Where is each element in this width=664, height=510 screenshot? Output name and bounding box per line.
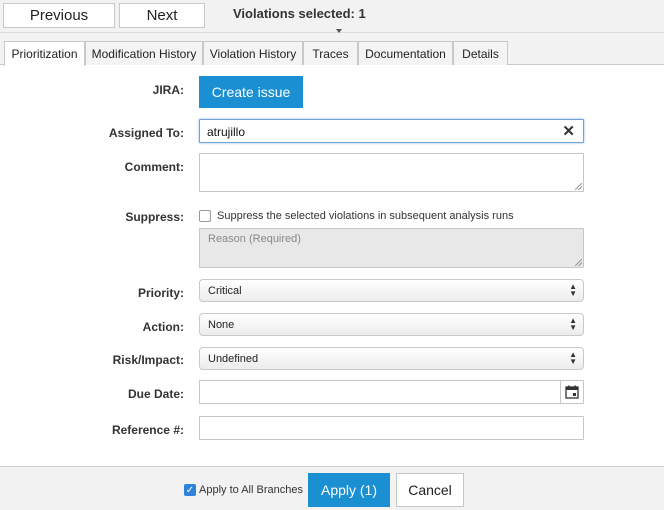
updown-arrows-icon: ▲ ▼ xyxy=(569,282,577,298)
risk-impact-label: Risk/Impact: xyxy=(112,353,184,367)
assigned-to-label: Assigned To: xyxy=(108,126,184,140)
assigned-to-value: atrujillo xyxy=(207,125,246,139)
tab-traces[interactable]: Traces xyxy=(303,41,358,65)
apply-all-branches-option: ✓ Apply to All Branches xyxy=(184,484,303,496)
tab-details[interactable]: Details xyxy=(453,41,508,65)
prioritization-form: JIRA: Create issue Assigned To: atrujill… xyxy=(0,65,664,466)
assigned-to-input[interactable]: atrujillo ✕ xyxy=(199,119,584,143)
comment-textarea[interactable] xyxy=(199,153,584,192)
toolbar-divider xyxy=(0,32,664,33)
apply-all-branches-label: Apply to All Branches xyxy=(199,484,303,496)
updown-arrows-icon: ▲ ▼ xyxy=(569,316,577,332)
previous-button[interactable]: Previous xyxy=(3,3,115,28)
risk-impact-select[interactable]: Undefined ▲ ▼ xyxy=(199,347,584,370)
tab-violation-history[interactable]: Violation History xyxy=(203,41,303,65)
tab-modification-history[interactable]: Modification History xyxy=(85,41,203,65)
suppress-reason-textarea[interactable]: Reason (Required) xyxy=(199,228,584,268)
updown-arrows-icon: ▲ ▼ xyxy=(569,350,577,366)
tab-prioritization[interactable]: Prioritization xyxy=(4,41,85,66)
resize-grip-icon[interactable] xyxy=(575,259,582,266)
apply-all-branches-checkbox[interactable]: ✓ xyxy=(184,484,196,496)
splitter-arrow-icon[interactable] xyxy=(336,29,342,33)
cancel-button[interactable]: Cancel xyxy=(396,473,464,507)
tab-bar: Prioritization Modification History Viol… xyxy=(0,36,664,66)
reference-label: Reference #: xyxy=(111,423,184,437)
action-label: Action: xyxy=(142,320,184,334)
suppress-checkbox[interactable] xyxy=(199,210,211,222)
next-button[interactable]: Next xyxy=(119,3,205,28)
reason-placeholder: Reason (Required) xyxy=(208,233,301,245)
violations-selected-count: Violations selected: 1 xyxy=(233,6,366,21)
action-value: None xyxy=(208,319,235,331)
action-select[interactable]: None ▲ ▼ xyxy=(199,313,584,336)
close-icon[interactable]: ✕ xyxy=(562,122,575,140)
apply-button[interactable]: Apply (1) xyxy=(308,473,390,507)
suppress-option: Suppress the selected violations in subs… xyxy=(199,210,514,222)
top-toolbar: Previous Next Violations selected: 1 xyxy=(0,0,664,36)
jira-label: JIRA: xyxy=(152,83,184,97)
priority-value: Critical xyxy=(208,285,242,297)
due-date-label: Due Date: xyxy=(127,387,184,401)
suppress-checkbox-text: Suppress the selected violations in subs… xyxy=(217,210,514,222)
calendar-icon[interactable] xyxy=(560,381,583,403)
due-date-input[interactable] xyxy=(199,380,584,404)
footer-bar: ✓ Apply to All Branches Apply (1) Cancel xyxy=(0,466,664,510)
comment-label: Comment: xyxy=(124,160,184,174)
resize-grip-icon[interactable] xyxy=(575,183,582,190)
priority-select[interactable]: Critical ▲ ▼ xyxy=(199,279,584,302)
risk-impact-value: Undefined xyxy=(208,353,259,365)
suppress-label: Suppress: xyxy=(125,210,184,224)
reference-input[interactable] xyxy=(199,416,584,440)
priority-label: Priority: xyxy=(137,286,184,300)
tab-documentation[interactable]: Documentation xyxy=(358,41,453,65)
create-issue-button[interactable]: Create issue xyxy=(199,76,303,108)
